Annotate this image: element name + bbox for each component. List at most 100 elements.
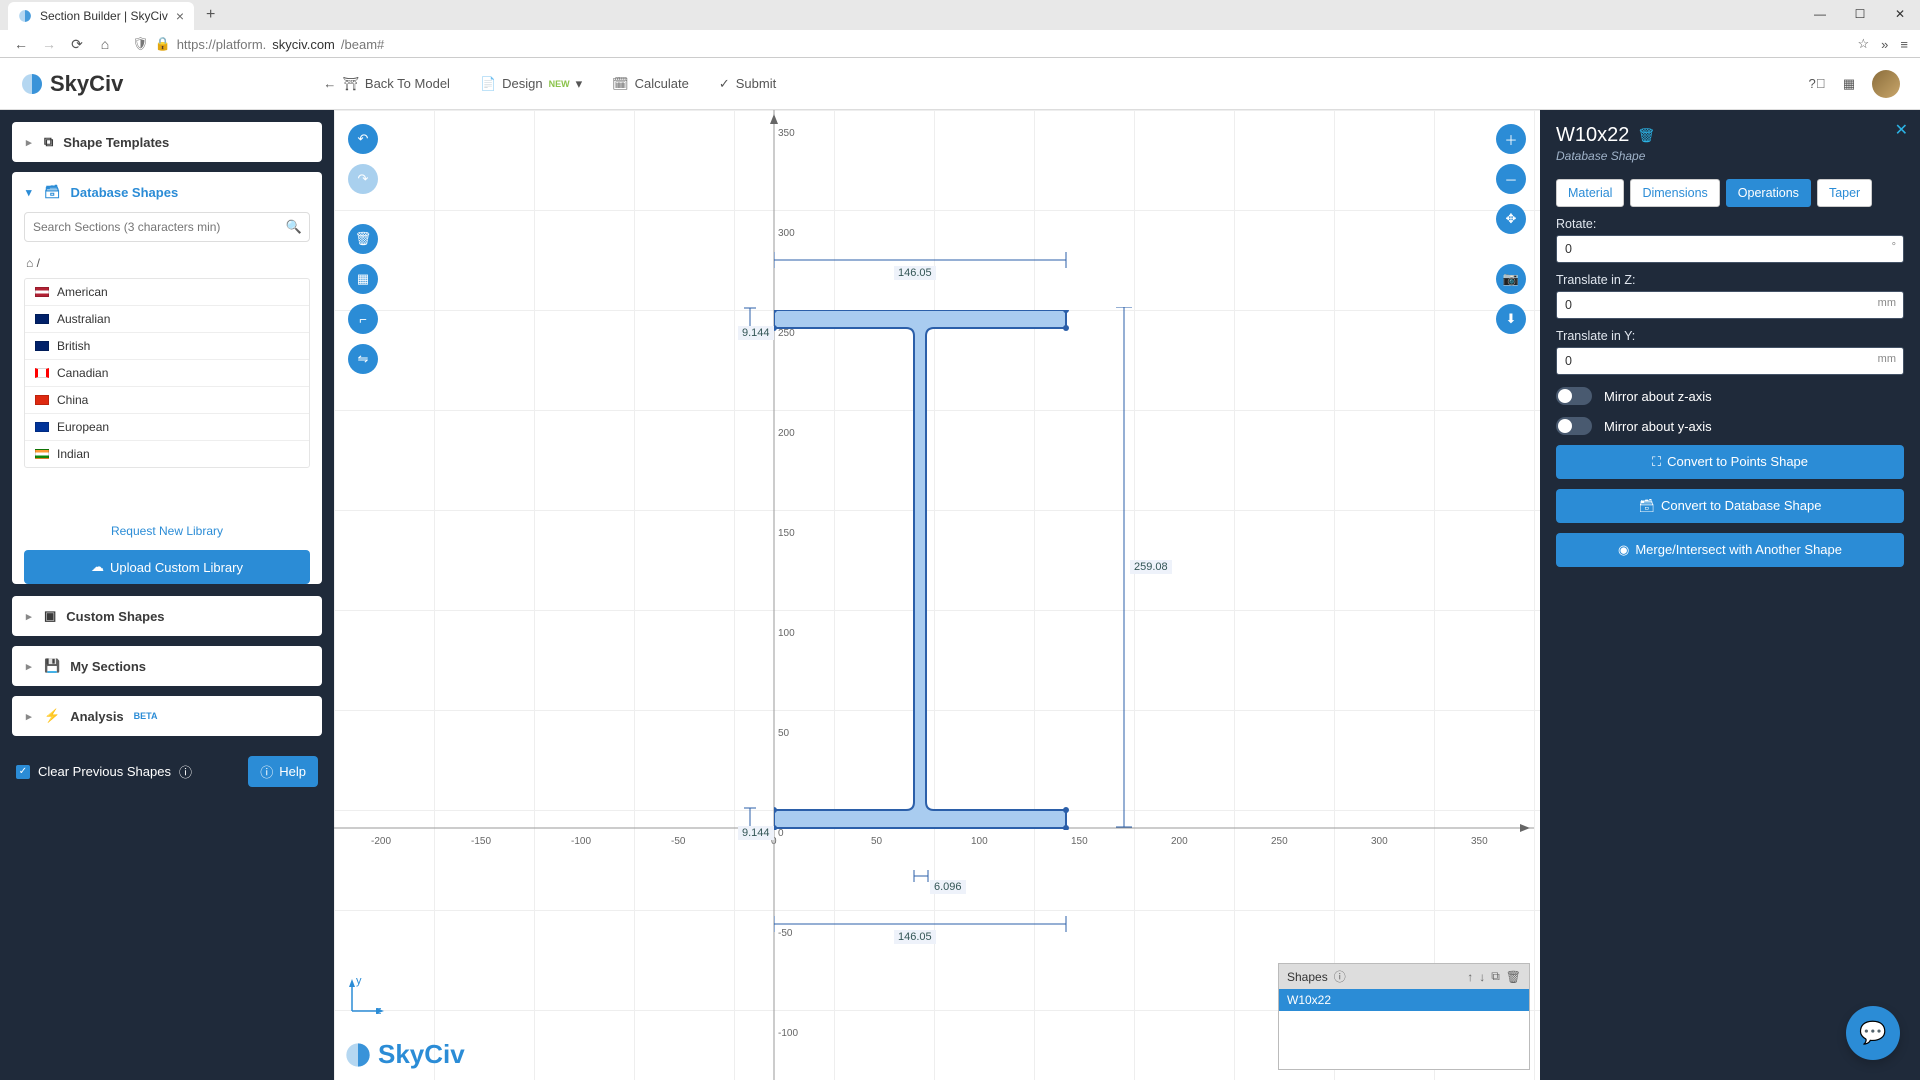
database-shapes-header[interactable]: ▾ 🗃 Database Shapes: [12, 172, 322, 212]
window-restore-button[interactable]: ☐: [1840, 0, 1880, 28]
flag-in-icon: [35, 449, 49, 459]
info-icon[interactable]: ⓘ: [1334, 968, 1346, 985]
shape-templates-header[interactable]: ▸ ⧉ Shape Templates: [12, 122, 322, 162]
region-indian[interactable]: Indian: [25, 441, 309, 467]
library-breadcrumb[interactable]: ⌂ /: [12, 252, 322, 278]
brand-logo-icon: [20, 72, 44, 96]
mirror-z-toggle[interactable]: [1556, 387, 1592, 405]
calculator-icon: 🗓: [612, 76, 629, 92]
trash-icon[interactable]: 🗑: [1506, 970, 1521, 984]
region-british[interactable]: British: [25, 333, 309, 360]
region-american[interactable]: American: [25, 279, 309, 306]
arrow-down-icon[interactable]: ↓: [1479, 970, 1485, 984]
tab-dimensions[interactable]: Dimensions: [1630, 179, 1719, 207]
zoom-out-button[interactable]: －: [1496, 164, 1526, 194]
mirror-y-toggle[interactable]: [1556, 417, 1592, 435]
shapes-panel: Shapes ⓘ ↑ ↓ ⧉ 🗑 W10x22: [1278, 963, 1530, 1070]
tab-close-icon[interactable]: ×: [176, 8, 184, 24]
request-library-link[interactable]: Request New Library: [12, 518, 322, 544]
shapes-icon: ▣: [44, 608, 56, 624]
undo-button[interactable]: ↶: [348, 124, 378, 154]
clear-shapes-checkbox[interactable]: ✓: [16, 765, 30, 779]
axis-tick: 350: [1471, 836, 1488, 847]
trash-icon[interactable]: 🗑: [1637, 127, 1655, 144]
brand-logo[interactable]: SkyCiv: [20, 71, 123, 97]
submit-button[interactable]: ✓ Submit: [719, 76, 776, 92]
browser-tab[interactable]: Section Builder | SkyCiv ×: [8, 2, 194, 30]
convert-db-button[interactable]: 🗃 Convert to Database Shape: [1556, 489, 1904, 523]
shape-row-selected[interactable]: W10x22: [1279, 989, 1529, 1011]
flag-eu-icon: [35, 422, 49, 432]
rotate-label: Rotate:: [1556, 217, 1904, 231]
nav-reload-icon[interactable]: ⟳: [68, 36, 86, 53]
download-button[interactable]: ⬇: [1496, 304, 1526, 334]
chat-launcher-button[interactable]: 💬: [1846, 1006, 1900, 1060]
beta-badge: BETA: [134, 711, 158, 721]
translate-z-input[interactable]: [1556, 291, 1904, 319]
calculate-button[interactable]: 🗓 Calculate: [612, 76, 689, 92]
analysis-header[interactable]: ▸ ⚡ Analysis BETA: [12, 696, 322, 736]
nav-back-icon[interactable]: ←: [12, 36, 30, 52]
nav-forward-icon[interactable]: →: [40, 36, 58, 52]
pan-button[interactable]: ✥: [1496, 204, 1526, 234]
tab-taper[interactable]: Taper: [1817, 179, 1872, 207]
arrow-up-icon[interactable]: ↑: [1467, 970, 1473, 984]
back-to-model-button[interactable]: ← ⛩ Back To Model: [323, 76, 450, 92]
upload-library-button[interactable]: ☁ Upload Custom Library: [24, 550, 310, 584]
design-menu[interactable]: 📄 Design NEW ▾: [480, 76, 582, 92]
bookmark-icon[interactable]: ☆: [1858, 36, 1870, 52]
caret-right-icon: ▸: [26, 660, 34, 673]
new-tab-button[interactable]: +: [200, 4, 221, 26]
translate-y-input[interactable]: [1556, 347, 1904, 375]
merge-intersect-button[interactable]: ◉ Merge/Intersect with Another Shape: [1556, 533, 1904, 567]
info-icon[interactable]: ⓘ: [179, 762, 192, 781]
window-minimize-button[interactable]: —: [1800, 0, 1840, 28]
canvas-brand: SkyCiv: [344, 1039, 465, 1070]
window-close-button[interactable]: ✕: [1880, 0, 1920, 28]
close-panel-button[interactable]: ✕: [1895, 120, 1908, 140]
zoom-in-button[interactable]: ＋: [1496, 124, 1526, 154]
ibeam-shape[interactable]: [774, 310, 1070, 830]
nav-home-icon[interactable]: ⌂: [96, 36, 114, 52]
template-icon: ⧉: [44, 134, 53, 150]
undo-icon: ↶: [358, 131, 369, 147]
screenshot-button[interactable]: 📷: [1496, 264, 1526, 294]
zoom-in-icon: ＋: [1504, 130, 1517, 149]
grid-button[interactable]: ▦: [348, 264, 378, 294]
region-canadian[interactable]: Canadian: [25, 360, 309, 387]
tab-material[interactable]: Material: [1556, 179, 1624, 207]
delete-button[interactable]: 🗑: [348, 224, 378, 254]
tab-operations[interactable]: Operations: [1726, 179, 1811, 207]
region-european[interactable]: European: [25, 414, 309, 441]
app-menu-icon[interactable]: ≡: [1900, 37, 1908, 52]
region-china[interactable]: China: [25, 387, 309, 414]
move-icon: ✥: [1506, 211, 1517, 227]
extensions-icon[interactable]: »: [1881, 37, 1888, 52]
canvas[interactable]: 350 300 250 200 150 100 50 0 -50 -100 -2…: [334, 110, 1540, 1080]
help-icon[interactable]: ?⃝: [1808, 75, 1826, 93]
check-icon: ✓: [719, 76, 730, 92]
flag-cn-icon: [35, 395, 49, 405]
chevron-down-icon: ▾: [576, 76, 583, 92]
dim-width-bot: 146.05: [894, 930, 936, 944]
info-icon: ⓘ: [260, 762, 273, 781]
url-input[interactable]: 🛡 🔒 https://platform.skyciv.com/beam#: [124, 33, 1848, 55]
apps-grid-icon[interactable]: ▦: [1840, 75, 1858, 93]
properties-subtitle: Database Shape: [1556, 149, 1904, 163]
custom-shapes-header[interactable]: ▸ ▣ Custom Shapes: [12, 596, 322, 636]
mirror-button[interactable]: ⇋: [348, 344, 378, 374]
copy-icon[interactable]: ⧉: [1491, 969, 1500, 984]
search-sections-input[interactable]: [24, 212, 310, 242]
redo-button[interactable]: ↷: [348, 164, 378, 194]
my-sections-header[interactable]: ▸ 💾 My Sections: [12, 646, 322, 686]
axis-tick: -100: [778, 1028, 798, 1039]
search-icon[interactable]: 🔍: [286, 219, 302, 235]
convert-points-button[interactable]: ⛶ Convert to Points Shape: [1556, 445, 1904, 479]
translate-z-label: Translate in Z:: [1556, 273, 1904, 287]
region-australian[interactable]: Australian: [25, 306, 309, 333]
user-avatar[interactable]: [1872, 70, 1900, 98]
help-button[interactable]: ⓘ Help: [248, 756, 318, 787]
corner-button[interactable]: ⌐: [348, 304, 378, 334]
database-icon: 🗃: [44, 184, 61, 200]
rotate-input[interactable]: [1556, 235, 1904, 263]
